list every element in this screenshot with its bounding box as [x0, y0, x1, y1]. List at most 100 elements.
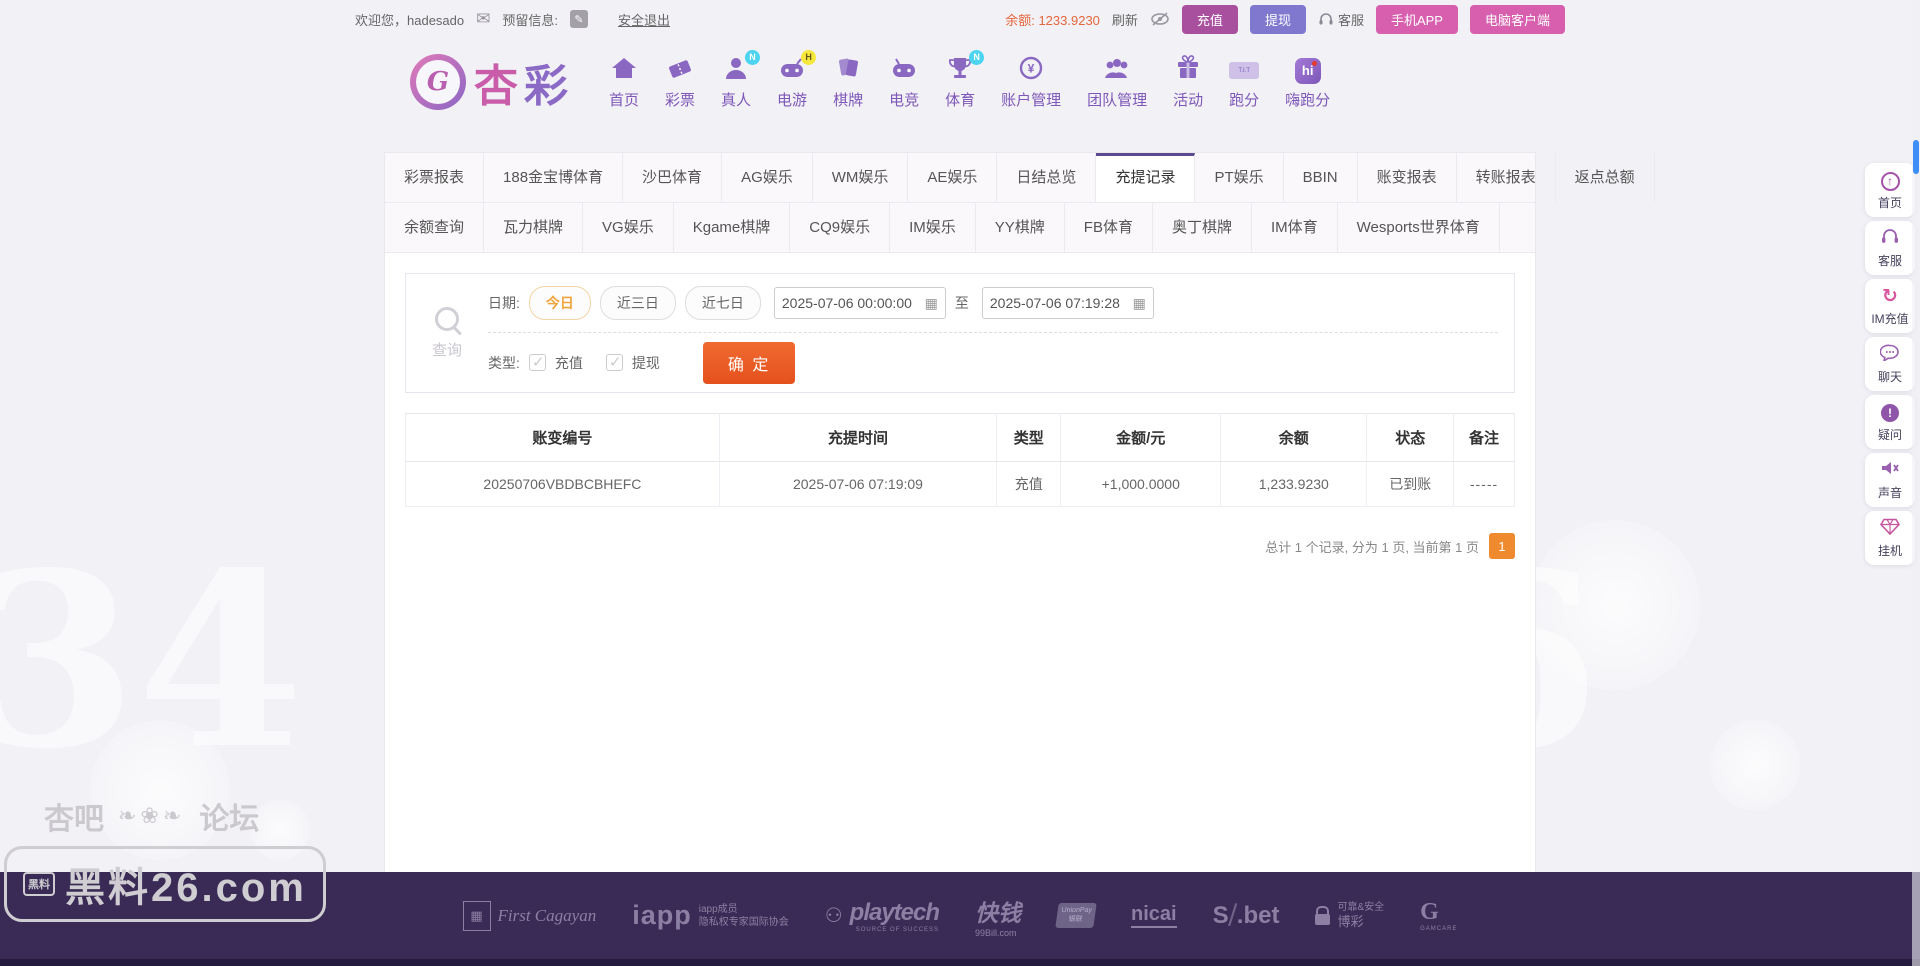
im-recharge-icon: ↻ [1882, 286, 1898, 307]
chat-icon [1879, 344, 1900, 367]
tab-wesports[interactable]: Wesports世界体育 [1338, 203, 1500, 252]
iapp-logo: iapp iapp成员 隐私权专家国际协会 [632, 900, 789, 930]
nav-item-esports[interactable]: 电竞 [876, 55, 932, 110]
kuaiqian-logo: 快钱 99Bill.com [975, 899, 1022, 938]
nav-item-promo[interactable]: 活动 [1160, 55, 1216, 110]
col-header-status: 状态 [1366, 413, 1454, 462]
tab-deposit-withdraw-record[interactable]: 充提记录 [1096, 153, 1196, 202]
sound-mute-icon [1880, 460, 1900, 482]
mail-icon[interactable]: ✉ [476, 9, 490, 29]
cell-balance: 1,233.9230 [1220, 461, 1368, 507]
date-from-input[interactable] [781, 295, 920, 311]
tab-saba-sports[interactable]: 沙巴体育 [623, 153, 723, 202]
pc-client-button[interactable]: 电脑客户端 [1469, 4, 1565, 34]
forum-watermark: 杏吧 ❧❀❧ 论坛 黑料 黑料26.com [4, 794, 326, 922]
tab-ag[interactable]: AG娱乐 [722, 153, 813, 202]
table-row: 20250706VBDBCBHEFC 2025-07-06 07:19:09 充… [405, 461, 1516, 507]
watermark-right-text: 论坛 [199, 803, 260, 836]
tab-lottery-report[interactable]: 彩票报表 [385, 153, 485, 202]
tab-vg[interactable]: VG娱乐 [583, 203, 674, 252]
tab-188-sports[interactable]: 188金宝博体育 [484, 153, 624, 202]
edit-pencil-icon[interactable]: ✎ [570, 10, 588, 28]
nav-item-team[interactable]: 团队管理 [1074, 55, 1160, 110]
tab-daily-summary[interactable]: 日结总览 [997, 153, 1097, 202]
nav-item-egames[interactable]: H 电游 [764, 49, 820, 110]
gamcare-logo: G GAMCARE [1420, 899, 1458, 932]
tab-fb-sports[interactable]: FB体育 [1065, 203, 1153, 252]
tab-bbin[interactable]: BBIN [1284, 153, 1358, 202]
range-today-pill[interactable]: 今日 [528, 286, 591, 320]
ticket-icon [666, 55, 694, 86]
range-3days-pill[interactable]: 近三日 [599, 286, 676, 320]
date-to-input[interactable] [989, 295, 1128, 311]
nav-item-hi-paofen[interactable]: hi 嗨跑分 [1272, 55, 1343, 110]
tab-cq9[interactable]: CQ9娱乐 [790, 203, 891, 252]
brand-logo[interactable]: G 杏 彩 [410, 50, 568, 114]
nav-item-home[interactable]: 首页 [596, 55, 652, 110]
tab-im-entertainment[interactable]: IM娱乐 [890, 203, 976, 252]
nav-item-account[interactable]: ¥ 账户管理 [988, 55, 1074, 110]
cell-status: 已到账 [1366, 461, 1454, 507]
side-item-home[interactable]: ↑ 首页 [1865, 163, 1915, 217]
cell-change-id: 20250706VBDBCBHEFC [405, 461, 720, 507]
recharge-button[interactable]: 充值 [1181, 4, 1238, 34]
customer-service-link[interactable]: 客服 [1318, 10, 1364, 29]
nav-item-paofen[interactable]: T.I.T 跑分 [1216, 55, 1272, 110]
nav-item-lottery[interactable]: 彩票 [652, 55, 708, 110]
tab-pt[interactable]: PT娱乐 [1195, 153, 1284, 202]
date-from-field[interactable]: ▦ [773, 287, 946, 319]
tab-yy-cards[interactable]: YY棋牌 [976, 203, 1065, 252]
mobile-app-button[interactable]: 手机APP [1375, 4, 1458, 34]
col-header-type: 类型 [996, 413, 1062, 462]
nav-item-sports[interactable]: N 体育 [932, 49, 988, 110]
withdraw-checkbox[interactable] [605, 353, 623, 371]
tab-im-sports[interactable]: IM体育 [1252, 203, 1338, 252]
tab-wm[interactable]: WM娱乐 [813, 153, 909, 202]
tab-account-change-report[interactable]: 账变报表 [1358, 153, 1457, 202]
col-header-change-id: 账变编号 [405, 413, 720, 462]
calendar-icon[interactable]: ▦ [925, 295, 938, 312]
svg-text:¥: ¥ [1028, 62, 1035, 76]
nav-item-cards[interactable]: 棋牌 [820, 55, 876, 110]
hot-badge: H [801, 49, 817, 65]
scrollbar-thumb[interactable] [1913, 140, 1919, 174]
tab-rebate-total[interactable]: 返点总额 [1556, 153, 1655, 202]
side-item-chat[interactable]: 聊天 [1865, 337, 1915, 391]
refresh-link[interactable]: 刷新 [1112, 10, 1138, 29]
new-badge: N [969, 49, 985, 65]
main-nav: 首页 彩票 N 真人 H 电游 棋牌 电竞 N 体育 ¥ 账户管理 团队管理 活… [596, 49, 1343, 110]
date-to-field[interactable]: ▦ [981, 287, 1154, 319]
brand-char-2: 彩 [524, 62, 568, 111]
side-item-sound[interactable]: 声音 [1865, 453, 1915, 507]
side-item-service[interactable]: 客服 [1865, 221, 1915, 275]
headset-icon [1319, 13, 1333, 25]
nav-item-live[interactable]: N 真人 [708, 49, 764, 110]
tab-wali-cards[interactable]: 瓦力棋牌 [484, 203, 584, 252]
tab-ae[interactable]: AE娱乐 [908, 153, 998, 202]
date-label: 日期: [488, 295, 520, 311]
confirm-button[interactable]: 确 定 [702, 341, 796, 384]
bokeh-circle [1530, 520, 1700, 690]
cell-amount: +1,000.0000 [1060, 461, 1222, 507]
deposit-checkbox[interactable] [528, 353, 546, 371]
side-item-idle[interactable]: 挂机 [1865, 511, 1915, 565]
withdraw-button[interactable]: 提现 [1249, 4, 1306, 34]
calendar-icon[interactable]: ▦ [1133, 295, 1146, 312]
tab-kgame[interactable]: Kgame棋牌 [674, 203, 791, 252]
side-item-question[interactable]: ! 疑问 [1865, 395, 1915, 449]
tab-transfer-report[interactable]: 转账报表 [1457, 153, 1556, 202]
tabs-row-2: 余额查询 瓦力棋牌 VG娱乐 Kgame棋牌 CQ9娱乐 IM娱乐 YY棋牌 F… [385, 203, 1535, 253]
eye-off-icon[interactable] [1150, 12, 1170, 26]
logout-link[interactable]: 安全退出 [618, 10, 670, 29]
side-item-im-recharge[interactable]: ↻ IM充值 [1865, 279, 1915, 333]
watermark-left-text: 杏吧 [44, 803, 104, 836]
cell-remark: ----- [1452, 461, 1516, 507]
range-7days-pill[interactable]: 近七日 [684, 286, 761, 320]
topbar: 欢迎您，hadesado ✉ 预留信息: ✎ 安全退出 余额: 1233.923… [0, 0, 1920, 38]
page-1-button[interactable]: 1 [1489, 533, 1515, 559]
tab-aoding-cards[interactable]: 奥丁棋牌 [1153, 203, 1252, 252]
filter-panel: 查询 日期: 今日 近三日 近七日 ▦ 至 ▦ 类型: [405, 273, 1515, 393]
gift-icon [1174, 55, 1202, 86]
tab-balance-query[interactable]: 余额查询 [385, 203, 485, 252]
first-cagayan-logo: ▦ First Cagayan [462, 900, 596, 931]
